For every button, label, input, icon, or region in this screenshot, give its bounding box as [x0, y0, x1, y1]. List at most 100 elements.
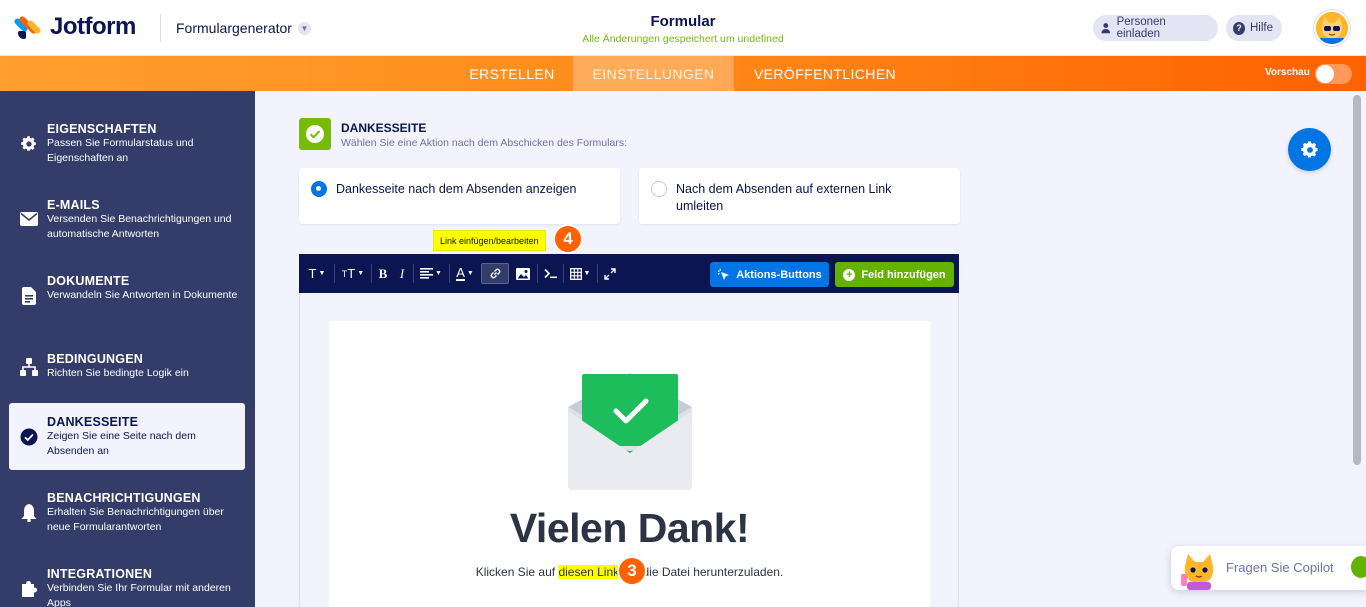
bold-button[interactable]: B [375, 263, 391, 284]
toolbar-separator [597, 264, 598, 283]
top-header: Jotform Formulargenerator ▼ Formular All… [0, 0, 1366, 56]
person-icon [1101, 23, 1111, 34]
user-avatar[interactable] [1314, 10, 1350, 46]
tab-publish[interactable]: VERÖFFENTLICHEN [734, 56, 916, 91]
sidebar-item-title: E-MAILS [47, 198, 100, 212]
bell-icon [20, 504, 38, 522]
document-icon [20, 287, 38, 305]
add-field-button[interactable]: + Feld hinzufügen [835, 262, 954, 287]
align-left-icon [420, 268, 434, 279]
preview-label: Vorschau [1265, 67, 1310, 78]
font-size-dropdown[interactable]: T T ▼ [339, 263, 367, 284]
sidebar-item-desc: Erhalten Sie Benachrichtigungen über neu… [47, 506, 224, 533]
sidebar-item-integrations[interactable]: INTEGRATIONEN Verbinden Sie Ihr Formular… [9, 556, 245, 607]
sidebar-item-title: DOKUMENTE [47, 274, 130, 288]
section-title: DANKESSEITE [341, 121, 427, 135]
settings-fab-button[interactable] [1288, 128, 1331, 171]
sidebar-item-desc: Versenden Sie Benachrichtigungen und aut… [47, 213, 232, 240]
expand-icon [604, 267, 616, 280]
form-generator-dropdown[interactable]: Formulargenerator ▼ [176, 20, 311, 36]
sidebar-item-title: DANKESSEITE [47, 415, 139, 429]
help-icon: ? [1233, 21, 1245, 35]
toolbar-separator [537, 264, 538, 283]
sidebar-item-notifications[interactable]: BENACHRICHTIGUNGEN Erhalten Sie Benachri… [9, 480, 245, 540]
insert-image-button[interactable] [513, 263, 533, 284]
logo-text: Jotform [50, 13, 136, 40]
generator-label: Formulargenerator [176, 20, 292, 36]
logic-tree-icon [20, 358, 38, 376]
insert-table-dropdown[interactable]: ▼ [567, 263, 593, 284]
link-tooltip: Link einfügen/bearbeiten [433, 230, 546, 251]
sidebar-item-desc: Passen Sie Formularstatus und Eigenschaf… [47, 137, 194, 164]
help-label: Hilfe [1249, 22, 1273, 34]
check-circle-icon [20, 428, 38, 446]
toolbar-separator [334, 264, 335, 283]
sidebar-item-emails[interactable]: E-MAILS Versenden Sie Benachrichtigungen… [9, 187, 245, 247]
toolbar-separator [563, 264, 564, 283]
step-badge-3: 3 [617, 556, 647, 586]
sidebar-item-conditions[interactable]: BEDINGUNGEN Richten Sie bedingte Logik e… [9, 341, 245, 389]
text-color-dropdown[interactable]: A ▼ [454, 263, 476, 284]
sidebar-item-properties[interactable]: EIGENSCHAFTEN Passen Sie Formularstatus … [9, 111, 245, 171]
copilot-button[interactable]: Fragen Sie Copilot [1171, 546, 1366, 590]
insert-formula-button[interactable] [541, 263, 559, 284]
envelope-icon [20, 210, 38, 228]
align-dropdown[interactable]: ▼ [418, 263, 444, 284]
plus-circle-icon: + [843, 268, 856, 281]
add-field-label: Feld hinzufügen [861, 268, 946, 281]
option-show-thankyou[interactable]: Dankesseite nach dem Absenden anzeigen [299, 168, 620, 224]
sidebar-item-desc: Richten Sie bedingte Logik ein [47, 367, 189, 379]
chevron-down-icon: ▼ [297, 21, 311, 35]
sidebar-item-title: BEDINGUNGEN [47, 352, 143, 366]
fullscreen-button[interactable] [601, 263, 619, 284]
toolbar-separator [371, 264, 372, 283]
action-buttons-button[interactable]: Aktions-Buttons [710, 262, 829, 287]
section-description: Wählen Sie eine Aktion nach dem Abschick… [341, 137, 627, 149]
font-family-dropdown[interactable]: T ▼ [305, 263, 329, 284]
insert-link-button[interactable] [481, 263, 509, 284]
page-scrollbar[interactable] [1353, 95, 1361, 465]
sidebar-item-thankyou[interactable]: DANKESSEITE Zeigen Sie eine Seite nach d… [9, 403, 245, 470]
terminal-icon [543, 268, 557, 279]
thankyou-heading[interactable]: Vielen Dank! [329, 505, 930, 552]
sidebar-item-title: EIGENSCHAFTEN [47, 122, 157, 136]
subtext-before: Klicken Sie auf [475, 565, 559, 579]
radio-redirect-link[interactable] [651, 181, 667, 197]
radio-show-thankyou[interactable] [311, 181, 327, 197]
gear-icon [1300, 140, 1317, 157]
check-circle-icon [306, 125, 324, 143]
tab-settings[interactable]: EINSTELLUNGEN [573, 56, 734, 91]
link-icon [490, 268, 500, 279]
envelope-check-illustration [568, 373, 692, 490]
option-redirect-link[interactable]: Nach dem Absenden auf externen Link umle… [639, 168, 960, 224]
puzzle-icon [20, 580, 38, 598]
copilot-avatar-icon [1181, 554, 1214, 590]
toolbar-separator [413, 264, 414, 283]
copilot-label: Fragen Sie Copilot [1226, 560, 1334, 575]
jotform-logo[interactable]: Jotform [13, 13, 136, 41]
copilot-status-dot [1351, 556, 1366, 578]
header-divider [160, 14, 161, 42]
cat-avatar-icon [1316, 12, 1348, 44]
sidebar-item-desc: Verbinden Sie Ihr Formular mit anderen A… [47, 582, 231, 607]
help-button[interactable]: ? Hilfe [1226, 15, 1282, 41]
invite-people-button[interactable]: Personen einladen [1093, 15, 1218, 41]
action-buttons-label: Aktions-Buttons [736, 268, 822, 281]
option-label: Dankesseite nach dem Absenden anzeigen [336, 182, 577, 196]
preview-toggle[interactable] [1315, 64, 1352, 84]
option-label: Nach dem Absenden auf externen Link umle… [676, 182, 892, 213]
italic-button[interactable]: I [395, 263, 409, 284]
download-link-text[interactable]: diesen Link [558, 565, 620, 579]
invite-label: Personen einladen [1116, 16, 1166, 40]
sidebar-item-documents[interactable]: DOKUMENTE Verwandeln Sie Antworten in Do… [9, 263, 245, 323]
gear-icon [20, 135, 38, 153]
table-icon [569, 267, 582, 280]
toolbar-separator [449, 264, 450, 283]
cursor-click-icon [718, 268, 730, 280]
sidebar-item-title: BENACHRICHTIGUNGEN [47, 491, 201, 505]
tab-create[interactable]: ERSTELLEN [451, 56, 573, 91]
image-icon [516, 267, 530, 280]
sidebar-item-desc: Zeigen Sie eine Seite nach dem Absenden … [47, 430, 196, 457]
step-badge-4: 4 [553, 224, 583, 254]
jotform-logo-icon [13, 14, 42, 40]
